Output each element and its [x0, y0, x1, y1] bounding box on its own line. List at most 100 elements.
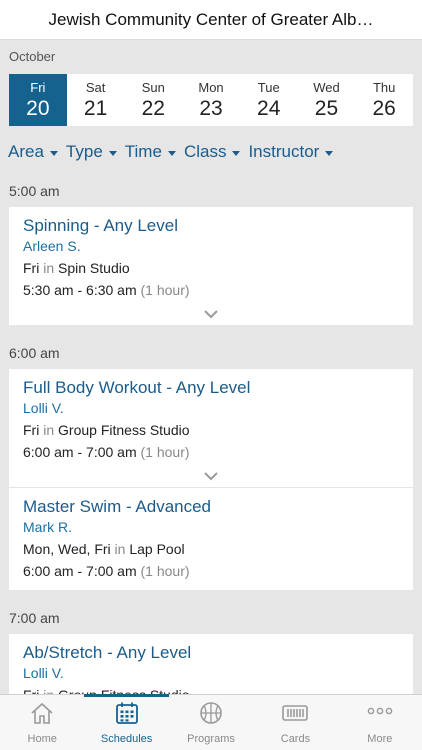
filter-label: Time [124, 142, 162, 161]
class-name[interactable]: Ab/Stretch - Any Level [23, 643, 399, 663]
more-icon [365, 701, 395, 730]
caret-down-icon [232, 150, 241, 156]
instructor-name[interactable]: Mark R. [23, 518, 399, 536]
tab-home[interactable]: Home [0, 695, 84, 750]
calendar-icon [114, 701, 140, 730]
title-bar: Jewish Community Center of Greater Alb… [0, 0, 422, 40]
class-entry[interactable]: Spinning - Any Level Arleen S. Fri in Spin… [9, 207, 413, 325]
class-days-location: Fri in Group Fitness Studio [23, 686, 399, 694]
class-duration: (1 hour) [140, 282, 190, 298]
class-name[interactable]: Master Swim - Advanced [23, 497, 399, 517]
day-of-week: Fri [30, 79, 46, 95]
class-card: Spinning - Any Level Arleen S. Fri in Spin… [9, 207, 413, 325]
class-time-range: 6:00 am - 7:00 am [23, 563, 141, 579]
class-name[interactable]: Full Body Workout - Any Level [23, 378, 399, 398]
tab-label: Programs [187, 733, 235, 745]
class-location: Group Fitness Studio [58, 422, 190, 438]
day-cell-wed[interactable]: Wed 25 [298, 74, 356, 126]
filter-time-dropdown[interactable]: Time [125, 142, 176, 162]
class-time: 6:00 am - 7:00 am (1 hour) [23, 562, 399, 580]
day-number: 26 [372, 96, 396, 120]
filter-label: Type [65, 142, 103, 161]
day-of-week: Sat [85, 79, 106, 95]
class-days-location: Mon, Wed, Fri in Lap Pool [23, 540, 399, 558]
day-selector: Fri 20 Sat 21 Sun 22 Mon 23 Tue 24 Wed 25 Thu 26 [9, 74, 413, 126]
class-days-location: Fri in Group Fitness Studio [23, 421, 399, 439]
in-label: in [114, 541, 130, 557]
day-of-week: Mon [198, 79, 224, 95]
tab-programs[interactable]: Programs [169, 695, 253, 750]
in-label: in [43, 260, 59, 276]
chevron-down-icon[interactable] [23, 303, 399, 325]
instructor-name[interactable]: Lolli V. [23, 399, 399, 417]
class-location: Spin Studio [58, 260, 130, 276]
home-icon [29, 701, 55, 730]
class-location: Group Fitness Studio [58, 687, 190, 694]
class-time: 5:30 am - 6:30 am (1 hour) [23, 281, 399, 299]
time-slot-header: 7:00 am [9, 610, 60, 626]
filter-class-dropdown[interactable]: Class [184, 142, 241, 162]
page-title: Jewish Community Center of Greater Alb… [48, 9, 374, 29]
tab-label: Home [27, 733, 57, 745]
class-time-range: 5:30 am - 6:30 am [23, 282, 141, 298]
day-number: 23 [199, 96, 223, 120]
filter-type-dropdown[interactable]: Type [66, 142, 117, 162]
card-icon [281, 701, 309, 730]
filter-label: Class [183, 142, 227, 161]
time-slot-header: 5:00 am [9, 183, 60, 199]
schedule-list[interactable]: 5:00 am Spinning - Any Level Arleen S. Fri … [0, 176, 422, 694]
class-card: Ab/Stretch - Any LevelLolli V. Fri in Gro… [9, 634, 413, 694]
day-number: 24 [257, 96, 281, 120]
day-cell-mon[interactable]: Mon 23 [182, 74, 240, 126]
time-slot-header: 6:00 am [9, 345, 60, 361]
day-number: 21 [83, 96, 108, 120]
day-cell-fri[interactable]: Fri 20 [9, 74, 67, 126]
day-of-week: Wed [313, 79, 340, 95]
caret-down-icon [49, 150, 58, 156]
class-name[interactable]: Spinning - Any Level [23, 216, 399, 236]
day-of-week: Sun [141, 79, 165, 95]
caret-down-icon [167, 150, 176, 156]
tab-label: More [367, 733, 393, 745]
filter-bar: Area Type Time Class Instructor [8, 142, 334, 162]
app-screen: Jewish Community Center of Greater Alb… … [0, 0, 422, 750]
class-days: Fri [23, 422, 44, 438]
day-of-week: Thu [372, 79, 396, 95]
class-time-range: 6:00 am - 7:00 am [23, 444, 141, 460]
class-days: Fri [23, 687, 43, 694]
chevron-down-icon[interactable] [23, 465, 399, 487]
basketball-icon [198, 701, 224, 730]
tab-label: Cards [280, 733, 311, 745]
day-cell-tue[interactable]: Tue 24 [240, 74, 298, 126]
class-duration: (1 hour) [140, 563, 190, 579]
class-entry[interactable]: Full Body Workout - Any Level Lolli V. Fri… [9, 369, 413, 487]
caret-down-icon [108, 150, 117, 156]
caret-down-icon [325, 150, 334, 156]
tab-bar: Home Schedules Programs Cards More [0, 694, 422, 750]
day-cell-sat[interactable]: Sat 21 [67, 74, 125, 126]
filter-label: Area [8, 142, 44, 161]
in-label: in [43, 687, 58, 694]
month-label: October [9, 49, 56, 64]
day-cell-sun[interactable]: Sun 22 [124, 74, 182, 126]
day-number: 20 [26, 96, 50, 120]
instructor-name[interactable]: Arleen S. [23, 237, 399, 255]
tab-label: Schedules [100, 733, 153, 745]
tab-more[interactable]: More [338, 695, 422, 750]
day-cell-thu[interactable]: Thu 26 [355, 74, 413, 126]
class-entry[interactable]: Master Swim - Advanced Mark R. Mon, Wed, F… [9, 487, 413, 590]
class-card: Full Body Workout - Any Level Lolli V. Fri… [9, 369, 413, 590]
filter-area-dropdown[interactable]: Area [8, 142, 58, 162]
day-number: 22 [141, 96, 165, 120]
class-days-location: Fri in Spin Studio [23, 259, 399, 277]
instructor-name[interactable]: Lolli V. [23, 664, 399, 682]
day-of-week: Tue [257, 79, 280, 95]
class-entry[interactable]: Ab/Stretch - Any LevelLolli V. Fri in Gro… [9, 634, 413, 694]
day-number: 25 [314, 96, 339, 120]
tab-schedules[interactable]: Schedules [84, 694, 170, 750]
class-duration: (1 hour) [140, 444, 190, 460]
tab-cards[interactable]: Cards [253, 695, 337, 750]
filter-instructor-dropdown[interactable]: Instructor [248, 142, 334, 162]
